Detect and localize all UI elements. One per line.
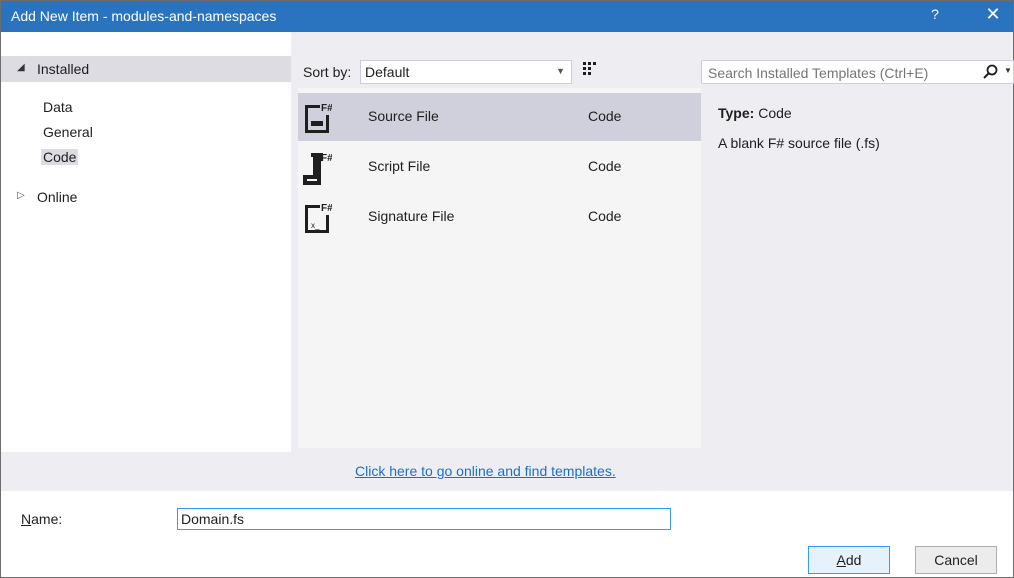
name-field-label: Name: <box>21 511 63 527</box>
sort-by-label: Sort by: <box>303 64 352 80</box>
chevron-down-icon: ▼ <box>556 66 565 76</box>
find-templates-online-link[interactable]: Click here to go online and find templat… <box>355 463 616 479</box>
search-input[interactable] <box>706 63 970 83</box>
tree-node-online-label: Online <box>37 189 78 205</box>
grid-view-icon <box>583 62 596 75</box>
sort-by-value: Default <box>365 64 410 80</box>
template-details-panel: Type: Code A blank F# source file (.fs) <box>701 88 1013 448</box>
search-options-chevron-icon[interactable]: ▼ <box>1004 66 1012 75</box>
bottom-panel: Name: Add Cancel <box>1 491 1013 577</box>
tree-node-installed[interactable]: ◢ Installed <box>1 56 291 82</box>
type-label: Type: <box>718 105 755 121</box>
file-name-input[interactable] <box>177 508 671 530</box>
template-description: A blank F# source file (.fs) <box>718 135 880 151</box>
expanded-arrow-icon[interactable]: ◢ <box>17 62 25 73</box>
svg-text:F#: F# <box>321 103 332 114</box>
fsharp-source-file-icon: F# <box>305 103 332 133</box>
fsharp-script-file-icon: F# <box>303 153 332 185</box>
tree-item-code[interactable]: Code <box>41 149 79 165</box>
tree-item-data[interactable]: Data <box>43 99 73 115</box>
template-row-signature-file[interactable]: x_ F# Signature File Code <box>298 193 701 241</box>
search-icon[interactable] <box>980 63 1000 81</box>
template-category-tree: ◢ Installed Data General Code ▷ Online <box>1 32 291 452</box>
collapsed-arrow-icon[interactable]: ▷ <box>17 190 25 201</box>
template-category: Code <box>588 108 622 124</box>
template-name: Source File <box>368 108 439 124</box>
tree-node-online[interactable]: ▷ Online <box>1 187 291 209</box>
fsharp-signature-file-icon: x_ F# <box>305 203 332 233</box>
template-list: F# Source File Code F# Script File Code … <box>298 88 701 448</box>
cancel-button[interactable]: Cancel <box>915 546 997 574</box>
svg-text:F#: F# <box>321 203 332 214</box>
template-category: Code <box>588 208 622 224</box>
add-button[interactable]: Add <box>808 546 890 574</box>
svg-text:x_: x_ <box>311 221 320 230</box>
tree-node-installed-label: Installed <box>37 61 90 77</box>
search-box[interactable]: ▼ <box>701 60 1014 84</box>
svg-text:F#: F# <box>321 153 332 164</box>
sort-by-dropdown[interactable]: Default ▼ <box>360 60 572 84</box>
type-value: Code <box>758 105 792 121</box>
add-new-item-dialog: Add New Item - modules-and-namespaces ? … <box>0 0 1014 578</box>
template-row-script-file[interactable]: F# Script File Code <box>298 143 701 191</box>
template-type: Type: Code <box>718 105 792 121</box>
dialog-title: Add New Item - modules-and-namespaces <box>11 8 277 24</box>
help-button[interactable]: ? <box>923 6 947 22</box>
title-bar: Add New Item - modules-and-namespaces ? … <box>1 1 1013 32</box>
medium-icons-view-button[interactable] <box>578 57 602 81</box>
template-name: Script File <box>368 158 431 174</box>
template-row-source-file[interactable]: F# Source File Code <box>298 93 701 141</box>
template-name: Signature File <box>368 208 455 224</box>
template-category: Code <box>588 158 622 174</box>
tree-item-general[interactable]: General <box>43 124 93 140</box>
close-button[interactable]: ✕ <box>981 4 1005 25</box>
